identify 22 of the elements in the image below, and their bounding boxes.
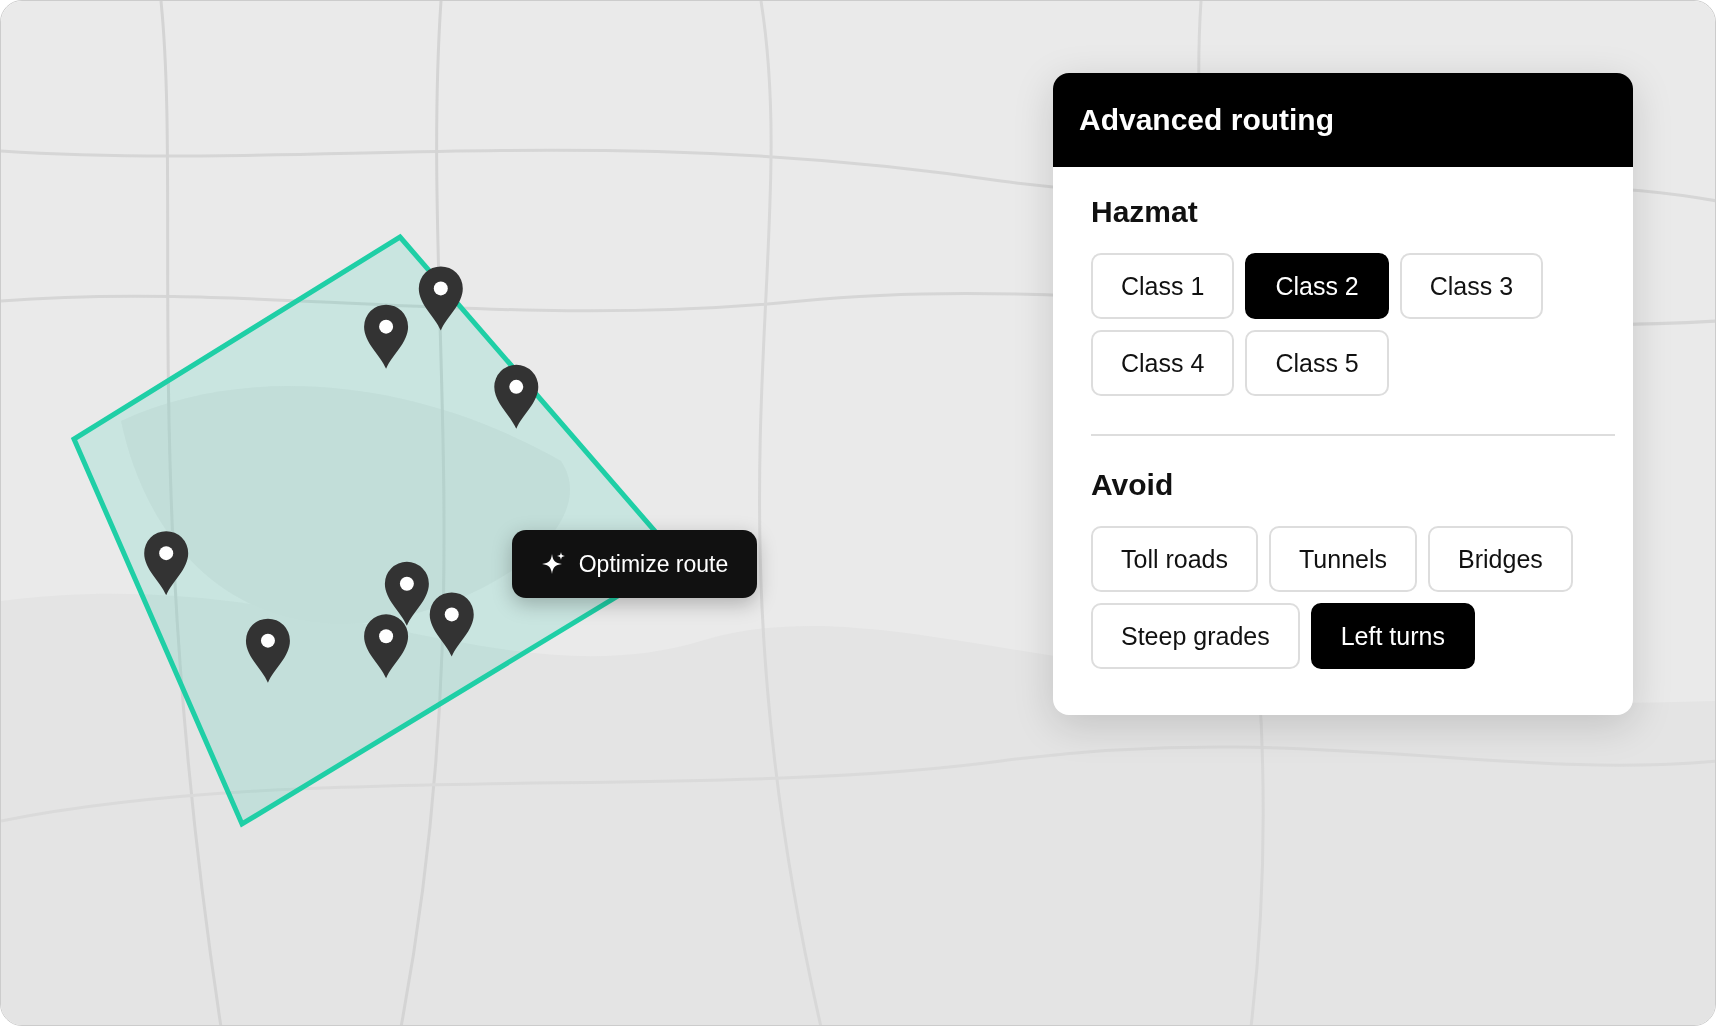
option-chip[interactable]: Tunnels <box>1269 526 1417 592</box>
option-chip[interactable]: Toll roads <box>1091 526 1258 592</box>
option-chip[interactable]: Class 1 <box>1091 253 1235 319</box>
optimize-route-button[interactable]: Optimize route <box>512 530 757 598</box>
map-pin-icon[interactable] <box>364 304 409 369</box>
option-chip[interactable]: Class 2 <box>1245 253 1389 319</box>
section-heading: Hazmat <box>1091 195 1199 229</box>
map-pin-icon[interactable] <box>364 614 409 679</box>
option-chip[interactable]: Left turns <box>1310 603 1475 669</box>
option-chip[interactable]: Class 4 <box>1091 330 1235 396</box>
map-pin-icon[interactable] <box>384 561 429 626</box>
map-pin-icon[interactable] <box>245 618 290 683</box>
map-pin-icon[interactable] <box>418 266 463 331</box>
map-pin-icon[interactable] <box>429 592 474 657</box>
map-pin-icon[interactable] <box>144 531 189 596</box>
map-pin-icon[interactable] <box>494 364 539 429</box>
option-chip[interactable]: Class 3 <box>1399 253 1544 319</box>
section-heading: Avoid <box>1091 468 1175 502</box>
option-chip[interactable]: Class 5 <box>1245 330 1389 396</box>
panel-title: Advanced routing <box>1079 103 1334 136</box>
option-chip[interactable]: Bridges <box>1428 526 1573 592</box>
option-chip[interactable]: Steep grades <box>1091 603 1300 669</box>
